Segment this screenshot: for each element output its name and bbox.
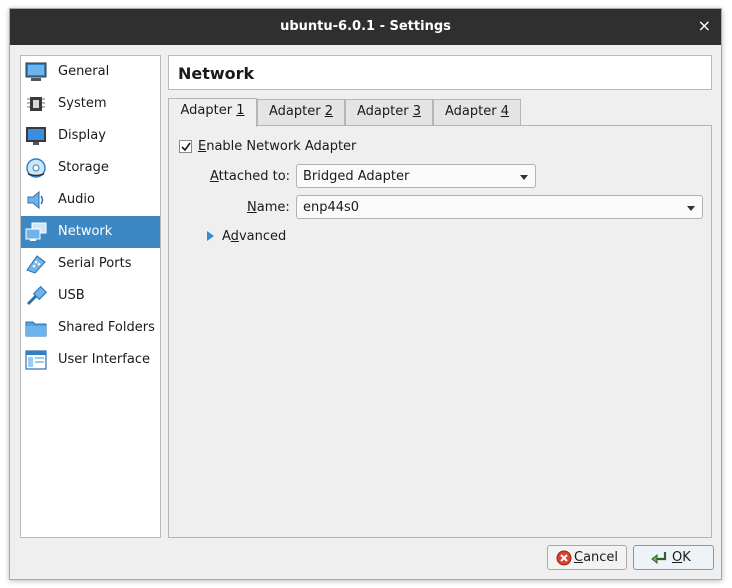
sidebar-item-storage[interactable]: Storage — [21, 152, 160, 184]
close-icon[interactable]: × — [698, 17, 711, 35]
tab-label: Adapter — [180, 103, 237, 118]
name-label-rest: ame: — [256, 200, 290, 215]
enable-adapter-checkbox[interactable] — [179, 140, 192, 153]
name-select[interactable]: enp44s0 — [296, 195, 703, 219]
cancel-label-rest: ancel — [583, 550, 619, 565]
name-label: Name: — [247, 200, 290, 215]
sidebar-item-label: Display — [58, 128, 106, 143]
tab-label: Adapter — [357, 104, 413, 119]
page-title: Network — [178, 64, 255, 83]
sidebar-item-label: System — [58, 96, 107, 111]
advanced-rest: vanced — [238, 229, 287, 244]
sidebar-item-audio[interactable]: Audio — [21, 184, 160, 216]
sidebar-item-label: Audio — [58, 192, 95, 207]
attached-to-label: Attached to: — [210, 169, 290, 184]
attached-to-select[interactable]: Bridged Adapter — [296, 164, 536, 188]
window-title: ubuntu-6.0.1 - Settings — [280, 19, 451, 34]
ok-label: OK — [672, 550, 691, 565]
sidebar-item-label: General — [58, 64, 110, 79]
cancel-button[interactable]: Cancel — [547, 545, 627, 570]
storage-icon — [26, 158, 46, 178]
tab-label: Adapter — [445, 104, 501, 119]
sidebar-item-label: Network — [58, 224, 113, 239]
enable-label-rest: nable Network Adapter — [206, 139, 357, 154]
chevron-down-icon — [687, 206, 695, 211]
display-icon — [26, 127, 46, 145]
sidebar-item-display[interactable]: Display — [21, 120, 160, 152]
cancel-mnemonic: C — [574, 550, 584, 565]
enable-mnemonic: E — [198, 139, 207, 154]
sidebar-item-label: Shared Folders — [58, 320, 155, 335]
expand-arrow-icon[interactable] — [207, 231, 214, 241]
sidebar-item-label: Serial Ports — [58, 256, 132, 271]
sidebar-item-user-interface[interactable]: User Interface — [21, 344, 160, 376]
usb-icon — [26, 286, 47, 306]
title-bar[interactable]: ubuntu-6.0.1 - Settings × — [10, 9, 721, 45]
tab-adapter-1[interactable]: Adapter 1 — [168, 98, 257, 127]
general-icon — [25, 62, 47, 81]
network-icon — [25, 222, 47, 241]
system-icon — [27, 97, 45, 111]
ok-icon — [651, 552, 667, 565]
ok-button[interactable]: OK — [633, 545, 714, 570]
attached-to-value: Bridged Adapter — [303, 169, 410, 184]
sidebar-item-usb[interactable]: USB — [21, 280, 160, 312]
name-value: enp44s0 — [303, 200, 360, 215]
advanced-pre: A — [222, 229, 231, 244]
enable-adapter-label[interactable]: Enable Network Adapter — [198, 139, 356, 154]
attached-label-rest: ttached to: — [218, 169, 291, 184]
settings-sidebar: General System Display Storage Audio Net… — [20, 55, 161, 538]
sidebar-item-serial-ports[interactable]: Serial Ports — [21, 248, 160, 280]
tab-label: Adapter — [269, 104, 325, 119]
attached-mnemonic: A — [210, 169, 219, 184]
audio-icon — [27, 190, 44, 210]
checkmark-icon — [181, 142, 191, 152]
tab-mnemonic: 2 — [324, 104, 333, 119]
sidebar-item-general[interactable]: General — [21, 56, 160, 88]
tab-adapter-2[interactable]: Adapter 2 — [257, 99, 345, 125]
sidebar-item-system[interactable]: System — [21, 88, 160, 120]
ok-label-rest: K — [682, 550, 691, 565]
ok-mnemonic: O — [672, 550, 683, 565]
chevron-down-icon — [520, 175, 528, 180]
cancel-label: Cancel — [574, 550, 618, 565]
tab-mnemonic: 3 — [412, 104, 421, 119]
sidebar-item-shared-folders[interactable]: Shared Folders — [21, 312, 160, 344]
shared-folders-icon — [25, 321, 47, 337]
advanced-mnemonic: d — [230, 229, 239, 244]
settings-window: ubuntu-6.0.1 - Settings × General System — [9, 8, 722, 580]
cancel-icon — [556, 550, 572, 566]
sidebar-item-label: User Interface — [58, 352, 150, 367]
tab-mnemonic: 4 — [500, 104, 509, 119]
user-interface-icon — [25, 350, 47, 370]
tab-mnemonic: 1 — [236, 103, 245, 118]
name-mnemonic: N — [247, 200, 257, 215]
sidebar-item-label: USB — [58, 288, 85, 303]
sidebar-item-label: Storage — [58, 160, 109, 175]
serial-ports-icon — [26, 255, 46, 274]
tab-adapter-3[interactable]: Adapter 3 — [345, 99, 433, 125]
advanced-toggle[interactable]: Advanced — [222, 229, 286, 244]
sidebar-item-network[interactable]: Network — [21, 216, 160, 248]
page-header: Network — [168, 55, 712, 90]
tab-adapter-4[interactable]: Adapter 4 — [433, 99, 521, 125]
